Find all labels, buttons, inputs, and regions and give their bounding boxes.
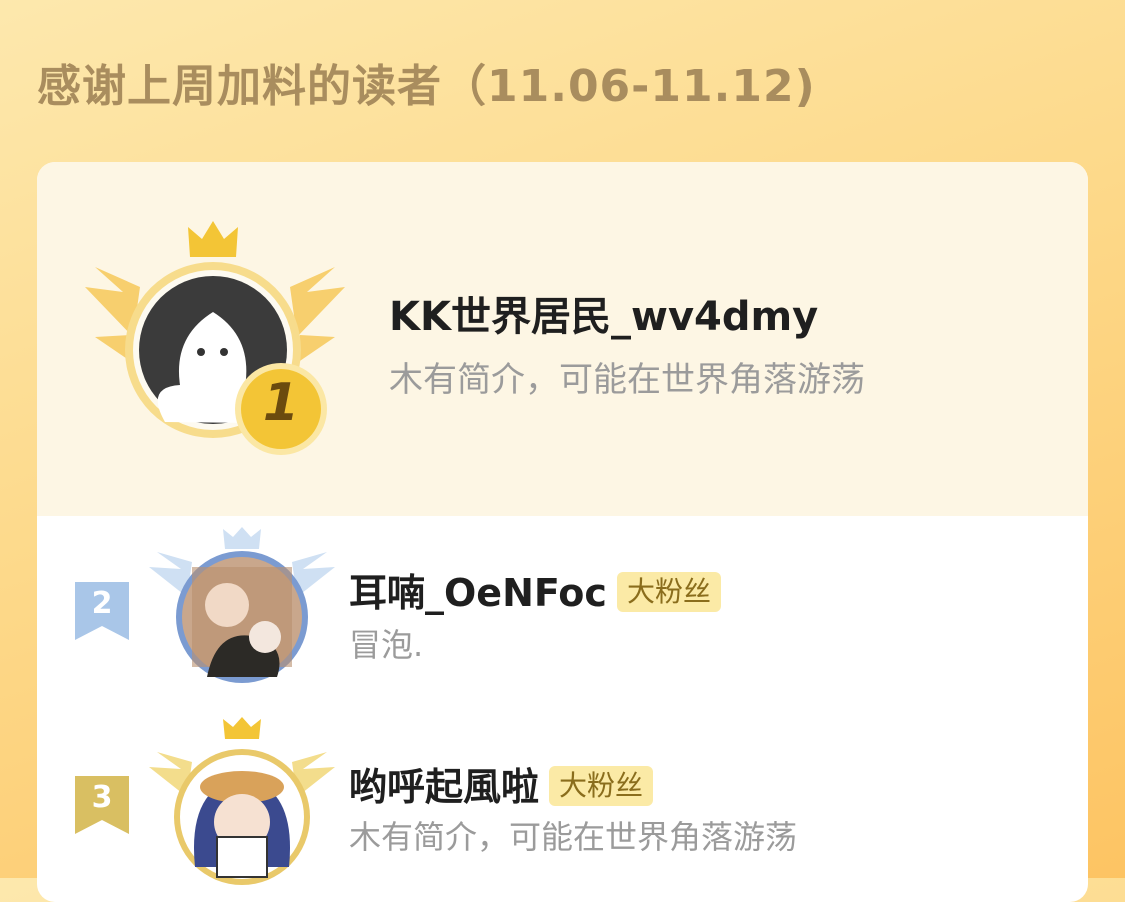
reader-2-name-row: 耳喃_OeNFoc 大粉丝 bbox=[349, 562, 721, 617]
reader-3-name-row: 哟呼起風啦 大粉丝 bbox=[349, 756, 654, 811]
reader-2-intro: 冒泡. bbox=[349, 626, 424, 664]
crown-icon bbox=[188, 221, 238, 257]
reader-2-name[interactable]: 耳喃_OeNFoc bbox=[349, 571, 607, 615]
reader-2-rank-flag: 2 bbox=[75, 582, 129, 642]
reader-3-rank-flag: 3 bbox=[75, 776, 129, 836]
reader-1-rank: 1 bbox=[262, 373, 300, 433]
reader-1-avatar[interactable]: 1 bbox=[85, 217, 345, 457]
reader-3-rank: 3 bbox=[91, 780, 113, 815]
reader-1-name[interactable]: KK世界居民_wv4dmy bbox=[389, 284, 818, 342]
reader-2-avatar[interactable] bbox=[147, 527, 337, 687]
crown-icon bbox=[223, 527, 261, 549]
reader-3-avatar[interactable] bbox=[147, 717, 337, 887]
reader-3-intro: 木有简介，可能在世界角落游荡 bbox=[349, 818, 798, 856]
readers-card: 1 KK世界居民_wv4dmy 木有简介，可能在世界角落游荡 2 耳喃_OeNF… bbox=[37, 162, 1088, 902]
reader-2-rank: 2 bbox=[91, 586, 113, 621]
reader-2-fan-badge: 大粉丝 bbox=[616, 571, 721, 612]
reader-3-fan-badge: 大粉丝 bbox=[549, 765, 654, 806]
page-title: 感谢上周加料的读者（11.06-11.12) bbox=[37, 61, 816, 112]
crown-icon bbox=[223, 717, 261, 739]
reader-3-name[interactable]: 哟呼起風啦 bbox=[349, 765, 539, 809]
reader-1-intro: 木有简介，可能在世界角落游荡 bbox=[389, 360, 865, 400]
